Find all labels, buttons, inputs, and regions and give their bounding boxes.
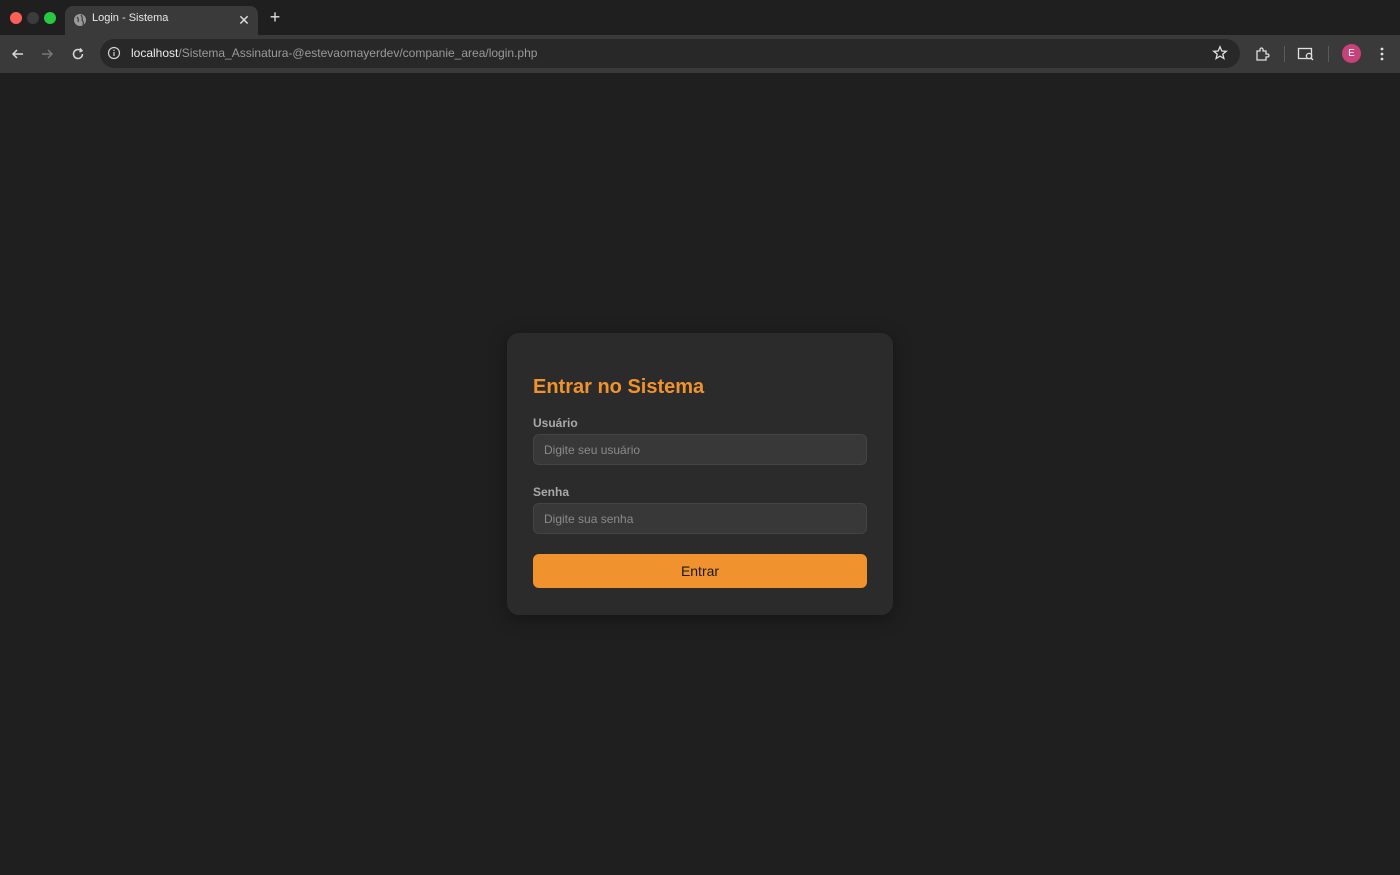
plus-icon[interactable]: + bbox=[266, 8, 284, 26]
browser-toolbar: localhost/Sistema_Assinatura-@estevaomay… bbox=[0, 35, 1400, 73]
info-icon[interactable] bbox=[107, 46, 121, 60]
page-title: Entrar no Sistema bbox=[533, 376, 705, 398]
forward-arrow-icon[interactable] bbox=[37, 44, 57, 64]
toolbar-divider bbox=[1284, 46, 1285, 62]
back-arrow-icon[interactable] bbox=[8, 44, 28, 64]
cast-icon[interactable] bbox=[1297, 45, 1315, 63]
url-host: localhost bbox=[131, 46, 179, 60]
address-bar[interactable]: localhost/Sistema_Assinatura-@estevaomay… bbox=[100, 39, 1240, 68]
star-icon[interactable] bbox=[1212, 45, 1228, 61]
username-input[interactable] bbox=[533, 434, 867, 465]
window-maximize-button[interactable] bbox=[44, 12, 56, 24]
username-label: Usuário bbox=[533, 416, 578, 430]
page-viewport: Entrar no Sistema Usuário Senha Entrar bbox=[0, 73, 1400, 875]
extensions-icon[interactable] bbox=[1253, 45, 1271, 63]
reload-icon[interactable] bbox=[68, 44, 88, 64]
browser-tabstrip: Login - Sistema ✕ + bbox=[0, 0, 1400, 35]
login-button[interactable]: Entrar bbox=[533, 554, 867, 588]
window-close-button[interactable] bbox=[10, 12, 22, 24]
url-path: /Sistema_Assinatura-@estevaomayerdev/com… bbox=[178, 46, 538, 60]
globe-icon bbox=[74, 14, 86, 26]
browser-tab[interactable]: Login - Sistema ✕ bbox=[65, 6, 258, 35]
close-icon[interactable]: ✕ bbox=[236, 12, 252, 28]
avatar[interactable]: E bbox=[1342, 44, 1361, 63]
window-minimize-button[interactable] bbox=[27, 12, 39, 24]
password-input[interactable] bbox=[533, 503, 867, 534]
tab-title: Login - Sistema bbox=[92, 12, 169, 24]
url-text: localhost/Sistema_Assinatura-@estevaomay… bbox=[131, 46, 537, 60]
password-label: Senha bbox=[533, 485, 570, 499]
menu-icon[interactable] bbox=[1373, 45, 1391, 63]
login-card: Entrar no Sistema Usuário Senha Entrar bbox=[507, 333, 893, 615]
toolbar-divider bbox=[1328, 46, 1329, 62]
